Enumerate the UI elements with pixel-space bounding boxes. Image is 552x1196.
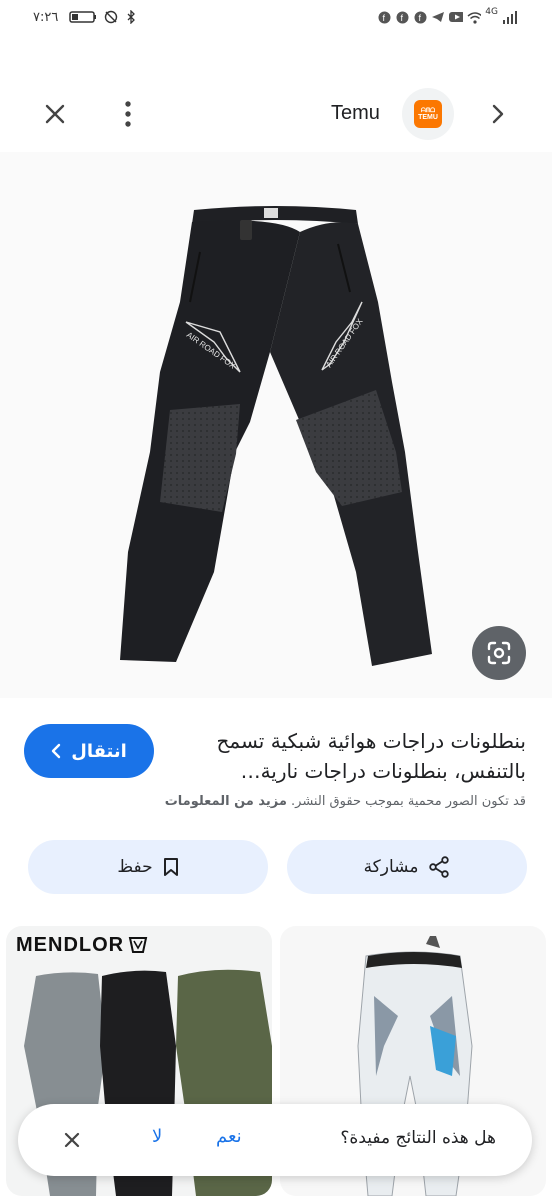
lens-icon xyxy=(487,641,511,665)
bluetooth-icon xyxy=(124,10,138,24)
youtube-icon xyxy=(449,10,464,24)
feedback-yes-button[interactable]: نعم xyxy=(216,1126,242,1147)
site-name[interactable]: Temu xyxy=(331,102,380,125)
brand-logo-icon xyxy=(128,937,148,953)
wifi-icon xyxy=(467,10,482,24)
signal-icon xyxy=(502,10,518,24)
more-info-link[interactable]: مزيد من المعلومات xyxy=(165,794,287,809)
visit-label: انتقال xyxy=(71,740,127,762)
facebook-icon: f xyxy=(413,10,427,24)
feedback-question: هل هذه النتائج مفيدة؟ xyxy=(340,1128,496,1148)
status-time: ٧:٢٦ xyxy=(33,10,59,25)
save-label: حفظ xyxy=(117,857,153,877)
logo-text-bottom: TEMU xyxy=(418,113,438,121)
share-icon xyxy=(429,856,450,878)
status-right-icons: f f f 4G xyxy=(377,7,518,24)
feedback-bar: هل هذه النتائج مفيدة؟ نعم لا xyxy=(18,1104,532,1176)
close-icon xyxy=(45,104,65,124)
lens-search-button[interactable] xyxy=(472,626,526,680)
alarm-off-icon xyxy=(104,10,118,24)
feedback-close-button[interactable] xyxy=(58,1126,86,1154)
status-bar: ٧:٢٦ f f f 4G xyxy=(0,0,552,40)
feedback-no-button[interactable]: لا xyxy=(152,1126,162,1147)
visit-button[interactable]: انتقال xyxy=(24,724,154,778)
share-label: مشاركة xyxy=(363,857,419,877)
next-button[interactable] xyxy=(482,96,514,132)
product-image[interactable]: AIR ROAD FOX AIR ROAD FOX xyxy=(0,152,552,698)
site-logo[interactable]: ᗩᗰᗝ TEMU xyxy=(402,88,454,140)
product-title[interactable]: بنطلونات دراجات هوائية شبكية تسمح بالتنف… xyxy=(180,726,526,786)
header: Temu ᗩᗰᗝ TEMU xyxy=(0,86,552,142)
network-type: 4G xyxy=(485,7,498,17)
save-button[interactable]: حفظ xyxy=(28,840,268,894)
temu-logo-icon: ᗩᗰᗝ TEMU xyxy=(414,100,442,128)
copyright-text: قد تكون الصور محمية بموجب حقوق النشر. xyxy=(291,794,526,809)
more-vert-icon xyxy=(125,101,131,127)
close-button[interactable] xyxy=(37,96,73,132)
bookmark-icon xyxy=(163,858,178,876)
status-left-icons xyxy=(68,10,138,24)
battery-icon xyxy=(68,10,98,24)
more-options-button[interactable] xyxy=(112,96,144,132)
copyright-notice: قد تكون الصور محمية بموجب حقوق النشر. مز… xyxy=(26,794,526,809)
telegram-icon xyxy=(431,10,445,24)
chevron-left-icon xyxy=(52,743,61,759)
share-button[interactable]: مشاركة xyxy=(287,840,527,894)
close-icon xyxy=(64,1132,80,1148)
facebook-icon: f xyxy=(395,10,409,24)
chevron-right-icon xyxy=(492,104,504,124)
facebook-icon: f xyxy=(377,10,391,24)
